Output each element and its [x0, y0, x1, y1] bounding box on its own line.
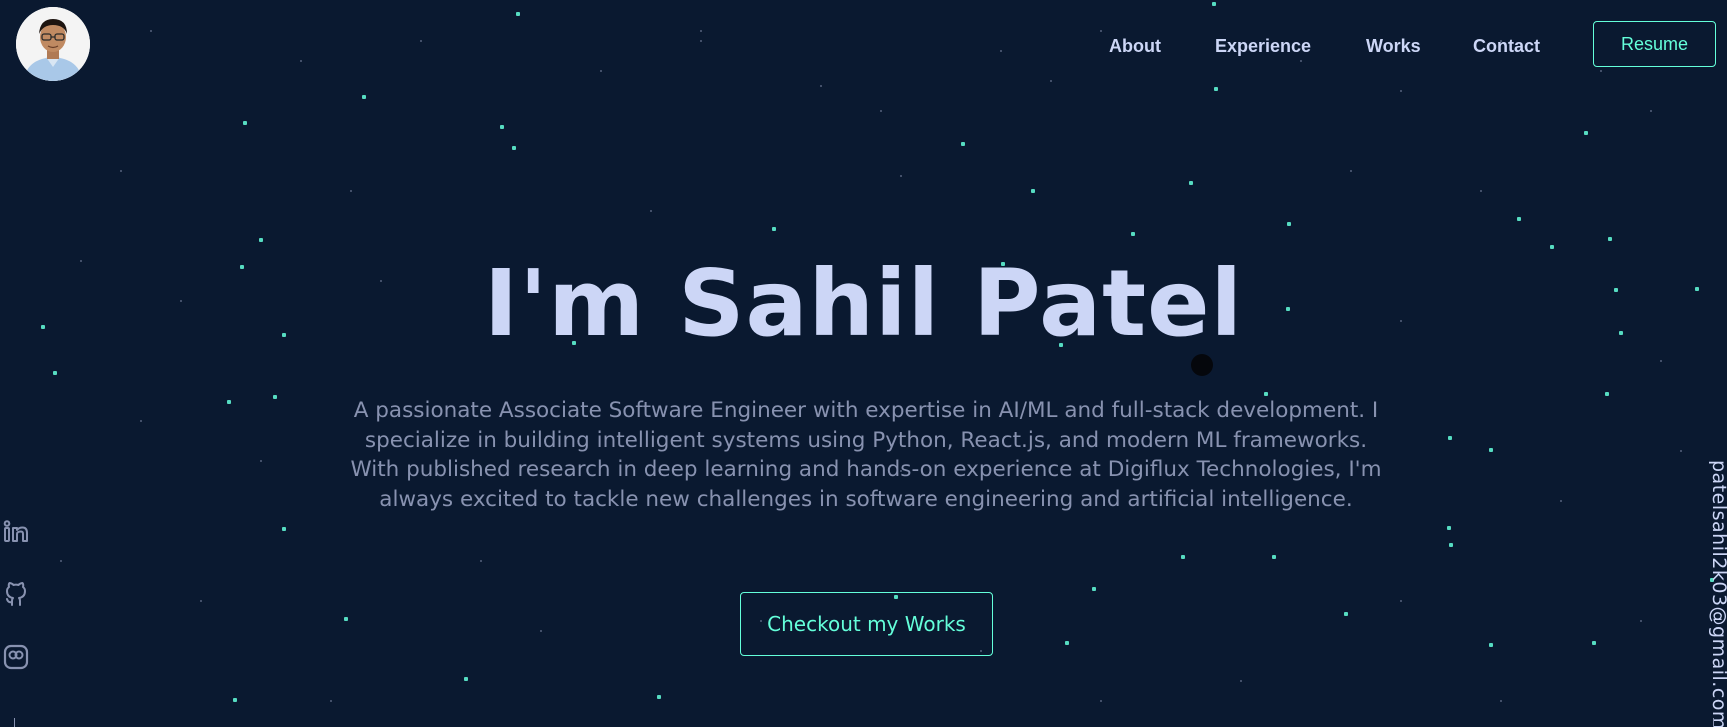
star [464, 677, 468, 681]
star [480, 560, 482, 562]
star [1181, 555, 1185, 559]
star [200, 600, 202, 602]
star [1517, 217, 1521, 221]
star [243, 121, 247, 125]
star [900, 175, 902, 177]
star [1031, 189, 1035, 193]
right-side-line [1713, 718, 1714, 727]
star [1500, 700, 1502, 702]
star [961, 142, 965, 146]
star [1448, 436, 1452, 440]
star [362, 95, 366, 99]
star [880, 110, 882, 112]
star [512, 146, 516, 150]
star [1287, 222, 1291, 226]
star [1680, 450, 1682, 452]
avatar[interactable] [16, 7, 90, 81]
star [1300, 60, 1302, 62]
resume-button[interactable]: Resume [1593, 21, 1716, 67]
star [1449, 543, 1453, 547]
star [700, 30, 702, 32]
star [1640, 620, 1642, 622]
star [259, 238, 263, 242]
star [1400, 90, 1402, 92]
linkedin-icon [3, 520, 28, 542]
star [1489, 448, 1493, 452]
star [1000, 50, 1002, 52]
avatar-portrait [16, 7, 90, 81]
star [300, 60, 302, 62]
star [1065, 641, 1069, 645]
star [1212, 2, 1216, 6]
star [1608, 237, 1612, 241]
star [1100, 700, 1102, 702]
star [260, 460, 262, 462]
hero-description: A passionate Associate Software Engineer… [350, 398, 1382, 512]
star [500, 125, 504, 129]
star [1447, 526, 1451, 530]
star [1131, 232, 1135, 236]
star [1240, 680, 1242, 682]
left-side-line [14, 718, 15, 727]
portfolio-page: About Experience Works Contact Resume I'… [0, 0, 1727, 727]
star [1650, 110, 1652, 112]
star [516, 12, 520, 16]
star [650, 210, 652, 212]
linkedin-link[interactable] [2, 518, 30, 546]
star [282, 527, 286, 531]
star [700, 40, 702, 42]
hero-title: I'm Sahil Patel [483, 250, 1244, 357]
star [420, 40, 422, 42]
github-link[interactable] [2, 580, 30, 608]
instagram-link[interactable] [2, 643, 30, 671]
star [1584, 131, 1588, 135]
star [120, 170, 122, 172]
star [1480, 190, 1482, 192]
star [1344, 612, 1348, 616]
star [657, 695, 661, 699]
star [1592, 641, 1596, 645]
nav-about-link[interactable]: About [1109, 36, 1161, 57]
star [233, 698, 237, 702]
star [1400, 600, 1402, 602]
github-icon [6, 582, 26, 606]
star [1214, 87, 1218, 91]
nav-works-link[interactable]: Works [1366, 36, 1421, 57]
star [53, 371, 57, 375]
star [1092, 587, 1096, 591]
star [1189, 181, 1193, 185]
star [1272, 555, 1276, 559]
star [350, 190, 352, 192]
star [227, 400, 231, 404]
nav-experience-link[interactable]: Experience [1215, 36, 1311, 57]
star [330, 700, 332, 702]
instagram-icon [3, 644, 29, 670]
star [150, 30, 152, 32]
star [1050, 80, 1052, 82]
nav-contact-link[interactable]: Contact [1473, 36, 1540, 57]
star [273, 395, 277, 399]
star [600, 70, 602, 72]
star [60, 560, 62, 562]
star [1100, 30, 1102, 32]
email-link[interactable]: patelsahil2k03@gmail.com [1708, 460, 1727, 727]
star [540, 630, 542, 632]
star [344, 617, 348, 621]
star [1489, 643, 1493, 647]
star [1350, 170, 1352, 172]
star [1550, 245, 1554, 249]
star [140, 420, 142, 422]
checkout-works-button[interactable]: Checkout my Works [740, 592, 993, 656]
star [820, 85, 822, 87]
star [1560, 500, 1562, 502]
star [1605, 392, 1609, 396]
star [772, 227, 776, 231]
custom-cursor [1191, 354, 1213, 376]
star [1660, 360, 1662, 362]
star [1600, 70, 1602, 72]
